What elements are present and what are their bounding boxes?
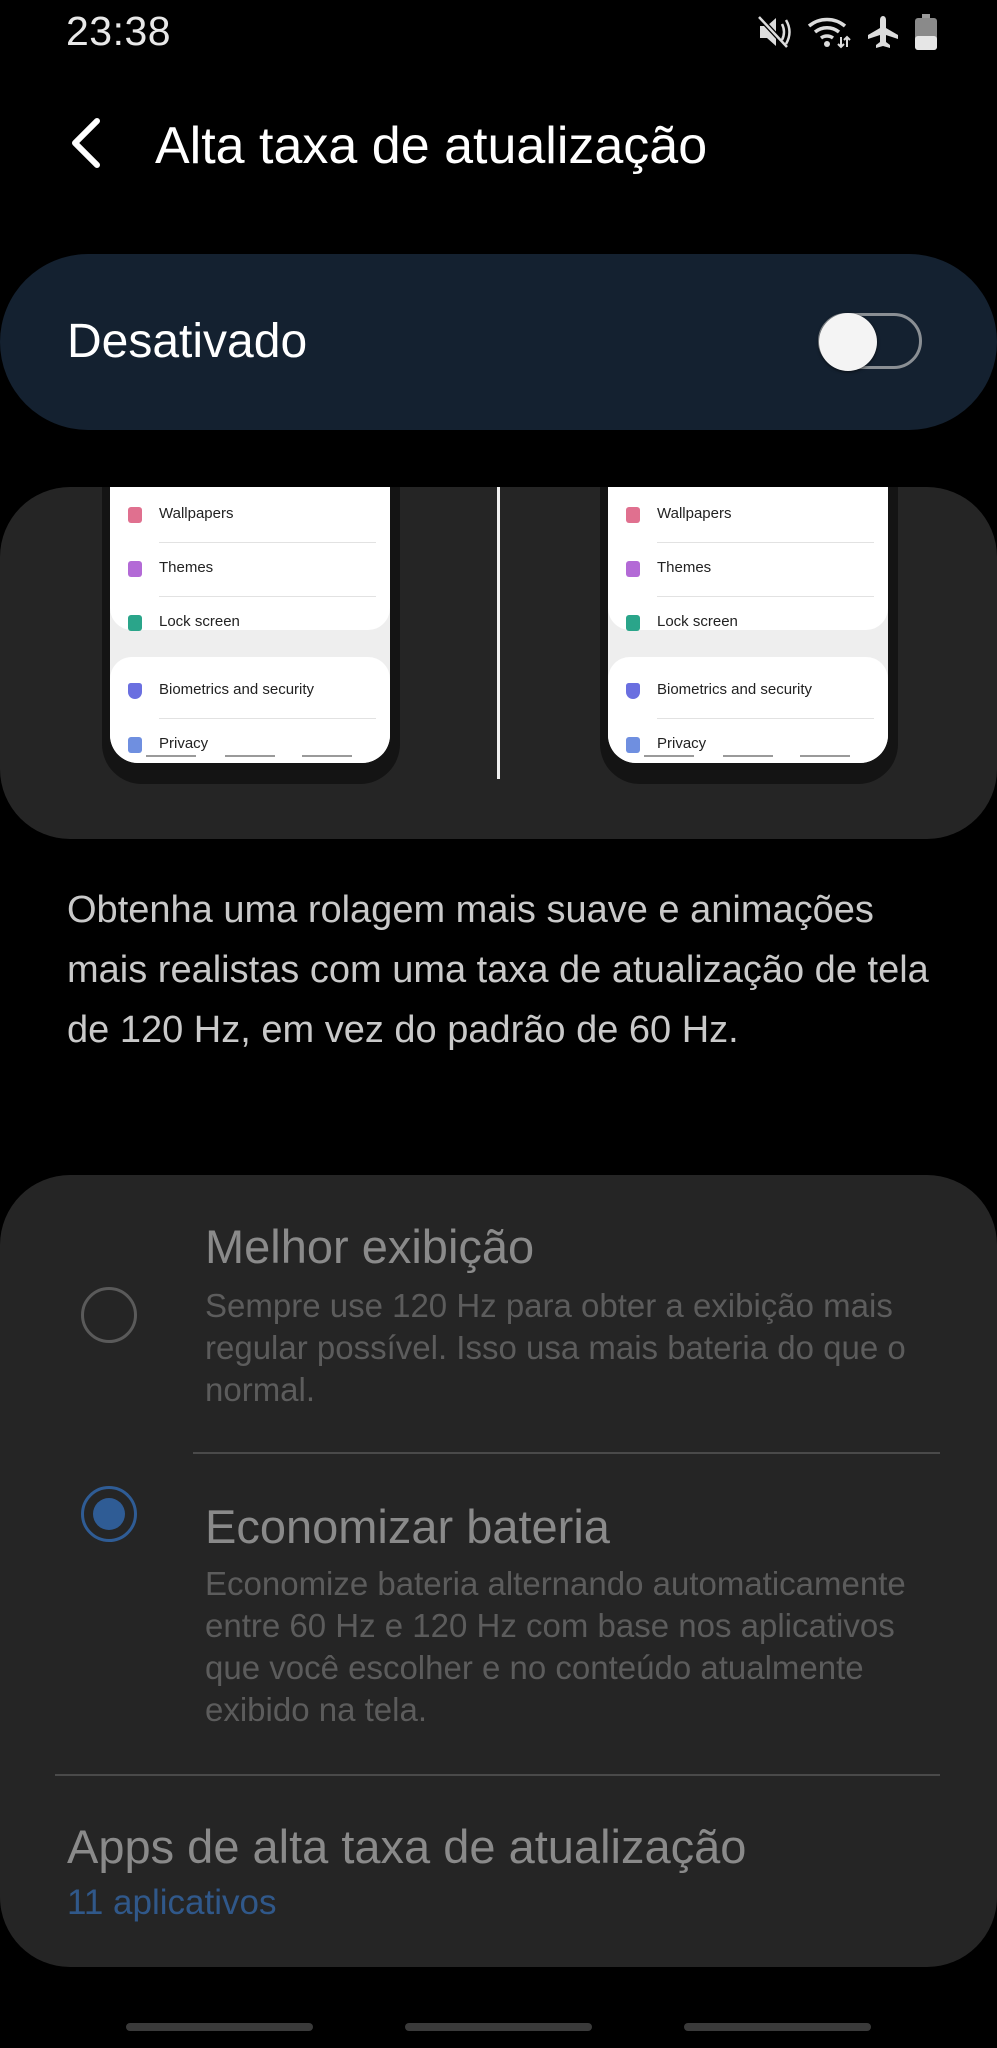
phone-preview-right: Wallpapers Themes Lock screen Biometrics… (600, 487, 898, 784)
phone-navbar (608, 755, 888, 759)
radio-save-battery[interactable] (81, 1486, 137, 1542)
wallpaper-icon (626, 507, 640, 523)
option-description: Economize bateria alternando automaticam… (205, 1565, 906, 1728)
back-button[interactable] (52, 110, 122, 180)
mute-icon (757, 15, 793, 49)
master-switch[interactable] (818, 313, 922, 371)
shield-icon (128, 683, 142, 699)
menu-item: Biometrics and security (608, 665, 888, 719)
menu-item-label: Lock screen (657, 613, 738, 630)
divider (193, 1452, 940, 1454)
airplane-icon (865, 14, 901, 50)
nav-home[interactable] (405, 2023, 592, 2031)
option-save-battery[interactable]: Economizar bateria Economize bateria alt… (0, 1455, 997, 1773)
apps-count: 11 aplicativos (67, 1883, 277, 1922)
phone-preview-left: Wallpapers Themes Lock screen Biometrics… (102, 487, 400, 784)
chevron-left-icon (67, 117, 107, 174)
status-time: 23:38 (66, 8, 172, 54)
system-nav-bar (0, 2010, 997, 2048)
battery-icon (915, 14, 937, 50)
phone-screen: Wallpapers Themes Lock screen Biometrics… (110, 487, 390, 763)
menu-item-label: Biometrics and security (657, 681, 813, 698)
switch-knob (819, 313, 877, 371)
menu-item-label: Wallpapers (657, 505, 732, 522)
privacy-icon (626, 737, 640, 753)
menu-group: Biometrics and security Privacy (110, 657, 390, 763)
master-toggle-card[interactable]: Desativado (0, 254, 997, 430)
phone-navbar (110, 755, 390, 759)
preview-illustration: Wallpapers Themes Lock screen Biometrics… (0, 487, 997, 839)
phone-screen: Wallpapers Themes Lock screen Biometrics… (608, 487, 888, 763)
menu-item-label: Wallpapers (159, 505, 234, 522)
radio-selected-dot (93, 1498, 125, 1530)
nav-back[interactable] (684, 2023, 871, 2031)
lock-icon (626, 615, 640, 631)
privacy-icon (128, 737, 142, 753)
menu-item: Biometrics and security (110, 665, 390, 719)
menu-item: Lock screen (608, 597, 888, 651)
status-icons (757, 12, 937, 52)
themes-icon (626, 561, 640, 577)
apps-title: Apps de alta taxa de atualização (67, 1820, 747, 1873)
menu-item: Themes (110, 543, 390, 597)
app-header: Alta taxa de atualização (0, 100, 997, 200)
shield-icon (626, 683, 640, 699)
menu-item-label: Privacy (657, 735, 707, 752)
refresh-rate-options: Melhor exibição Sempre use 120 Hz para o… (0, 1175, 997, 1967)
status-bar: 23:38 (0, 0, 997, 70)
menu-item: Themes (608, 543, 888, 597)
toggle-label: Desativado (67, 315, 308, 368)
wallpaper-icon (128, 507, 142, 523)
menu-group: Wallpapers Themes Lock screen (110, 487, 390, 631)
preview-divider (497, 487, 500, 779)
page-title: Alta taxa de atualização (155, 117, 708, 175)
lock-icon (128, 615, 142, 631)
menu-item-label: Biometrics and security (159, 681, 315, 698)
high-refresh-apps-row[interactable]: Apps de alta taxa de atualização 11 apli… (0, 1777, 997, 1965)
radio-best-display[interactable] (81, 1287, 137, 1343)
menu-group: Biometrics and security Privacy (608, 657, 888, 763)
menu-item: Lock screen (110, 597, 390, 651)
menu-item-label: Privacy (159, 735, 209, 752)
menu-item: Wallpapers (608, 489, 888, 543)
menu-item: Wallpapers (110, 489, 390, 543)
option-description: Sempre use 120 Hz para obter a exibição … (205, 1287, 906, 1408)
nav-recents[interactable] (126, 2023, 313, 2031)
menu-item-label: Themes (159, 559, 214, 576)
feature-description: Obtenha uma rolagem mais suave e animaçõ… (67, 889, 929, 1051)
option-title: Melhor exibição (205, 1220, 535, 1273)
menu-item-label: Lock screen (159, 613, 240, 630)
menu-group: Wallpapers Themes Lock screen (608, 487, 888, 631)
divider (55, 1774, 940, 1776)
option-best-display[interactable]: Melhor exibição Sempre use 120 Hz para o… (0, 1175, 997, 1453)
wifi-icon (807, 15, 851, 49)
menu-item-label: Themes (657, 559, 712, 576)
themes-icon (128, 561, 142, 577)
option-title: Economizar bateria (205, 1500, 610, 1553)
